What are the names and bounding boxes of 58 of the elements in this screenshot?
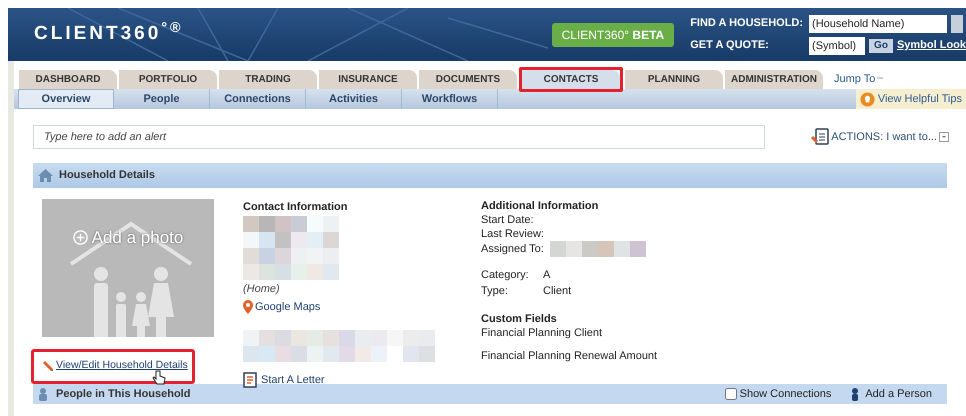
household-search-field[interactable]: (Household Name) bbox=[809, 14, 948, 32]
nav-tab[interactable]: PLANNING bbox=[625, 70, 723, 89]
map-pin-icon bbox=[243, 300, 253, 314]
show-connections-checkbox[interactable] bbox=[724, 388, 737, 400]
nav-tab[interactable]: INSURANCE bbox=[319, 70, 417, 89]
plus-circle-icon bbox=[72, 230, 88, 246]
sub-tab[interactable]: Overview bbox=[18, 89, 114, 109]
go-button[interactable]: Go bbox=[869, 38, 893, 52]
nav-tab[interactable]: PORTFOLIO bbox=[119, 70, 217, 89]
sub-tab[interactable]: Activities bbox=[306, 89, 402, 109]
field-value: A bbox=[543, 268, 552, 283]
nav-tab[interactable]: ADMINISTRATION bbox=[725, 70, 823, 89]
section-title: Household Details bbox=[59, 168, 155, 184]
field-label: Category: bbox=[481, 268, 530, 282]
field-label: Start Date: bbox=[481, 213, 534, 227]
search-button[interactable] bbox=[951, 14, 964, 32]
google-maps-link[interactable]: Google Maps bbox=[243, 299, 481, 316]
custom-field: Financial Planning Client bbox=[481, 326, 658, 340]
alert-field[interactable]: Type here to add an alert bbox=[33, 125, 765, 149]
hand-cursor-icon bbox=[152, 370, 166, 386]
field-value: Client bbox=[543, 284, 572, 299]
edit-household-link[interactable]: View/Edit Household Details bbox=[56, 358, 188, 374]
get-quote-label: GET A QUOTE: bbox=[690, 38, 770, 54]
actions-menu[interactable]: ACTIONS: I want to... bbox=[811, 128, 949, 146]
symbol-field[interactable]: (Symbol) bbox=[809, 36, 866, 54]
sub-tab[interactable]: People bbox=[114, 89, 210, 109]
additional-info-title: Additional Information bbox=[481, 199, 600, 213]
custom-fields-title: Custom Fields bbox=[481, 312, 558, 326]
nav-tab[interactable]: TRADING bbox=[219, 70, 317, 89]
custom-field: Financial Planning Renewal Amount bbox=[481, 349, 658, 363]
address-type: (Home) bbox=[243, 282, 281, 296]
jump-to-link[interactable]: Jump To bbox=[834, 70, 884, 87]
field-label: Assigned To: bbox=[481, 242, 544, 256]
letter-icon bbox=[243, 372, 257, 388]
field-label: Type: bbox=[481, 284, 509, 298]
person-icon bbox=[38, 388, 48, 400]
nav-tab[interactable]: CONTACTS bbox=[522, 70, 620, 89]
caret-icon bbox=[877, 76, 884, 81]
sub-tab[interactable]: Workflows bbox=[402, 89, 498, 109]
sub-tab[interactable]: Connections bbox=[210, 89, 306, 109]
section-title: People in This Household bbox=[56, 386, 190, 402]
add-person-link[interactable]: Add a Person bbox=[851, 386, 932, 402]
dropdown-icon bbox=[939, 132, 949, 142]
lightbulb-icon bbox=[860, 92, 875, 106]
person-icon bbox=[851, 388, 860, 400]
start-letter-link[interactable]: Start A Letter bbox=[243, 372, 481, 388]
field-label: Last Review: bbox=[481, 227, 544, 241]
helpful-tips-button[interactable]: View Helpful Tips bbox=[856, 89, 966, 109]
nav-tab[interactable]: DOCUMENTS bbox=[419, 70, 517, 89]
app-logo[interactable]: CLIENT360$^{°®}$ bbox=[34, 20, 184, 49]
pencil-icon bbox=[42, 360, 54, 372]
checkbox-label: Show Connections bbox=[740, 386, 832, 402]
nav-tab[interactable]: DASHBOARD bbox=[19, 70, 117, 89]
document-icon bbox=[811, 128, 830, 146]
house-icon bbox=[38, 169, 53, 182]
contact-info-title: Contact Information bbox=[243, 200, 348, 215]
find-household-label: FIND A HOUSEHOLD: bbox=[690, 16, 804, 32]
symbol-lookup-link[interactable]: Symbol Look bbox=[896, 37, 966, 54]
